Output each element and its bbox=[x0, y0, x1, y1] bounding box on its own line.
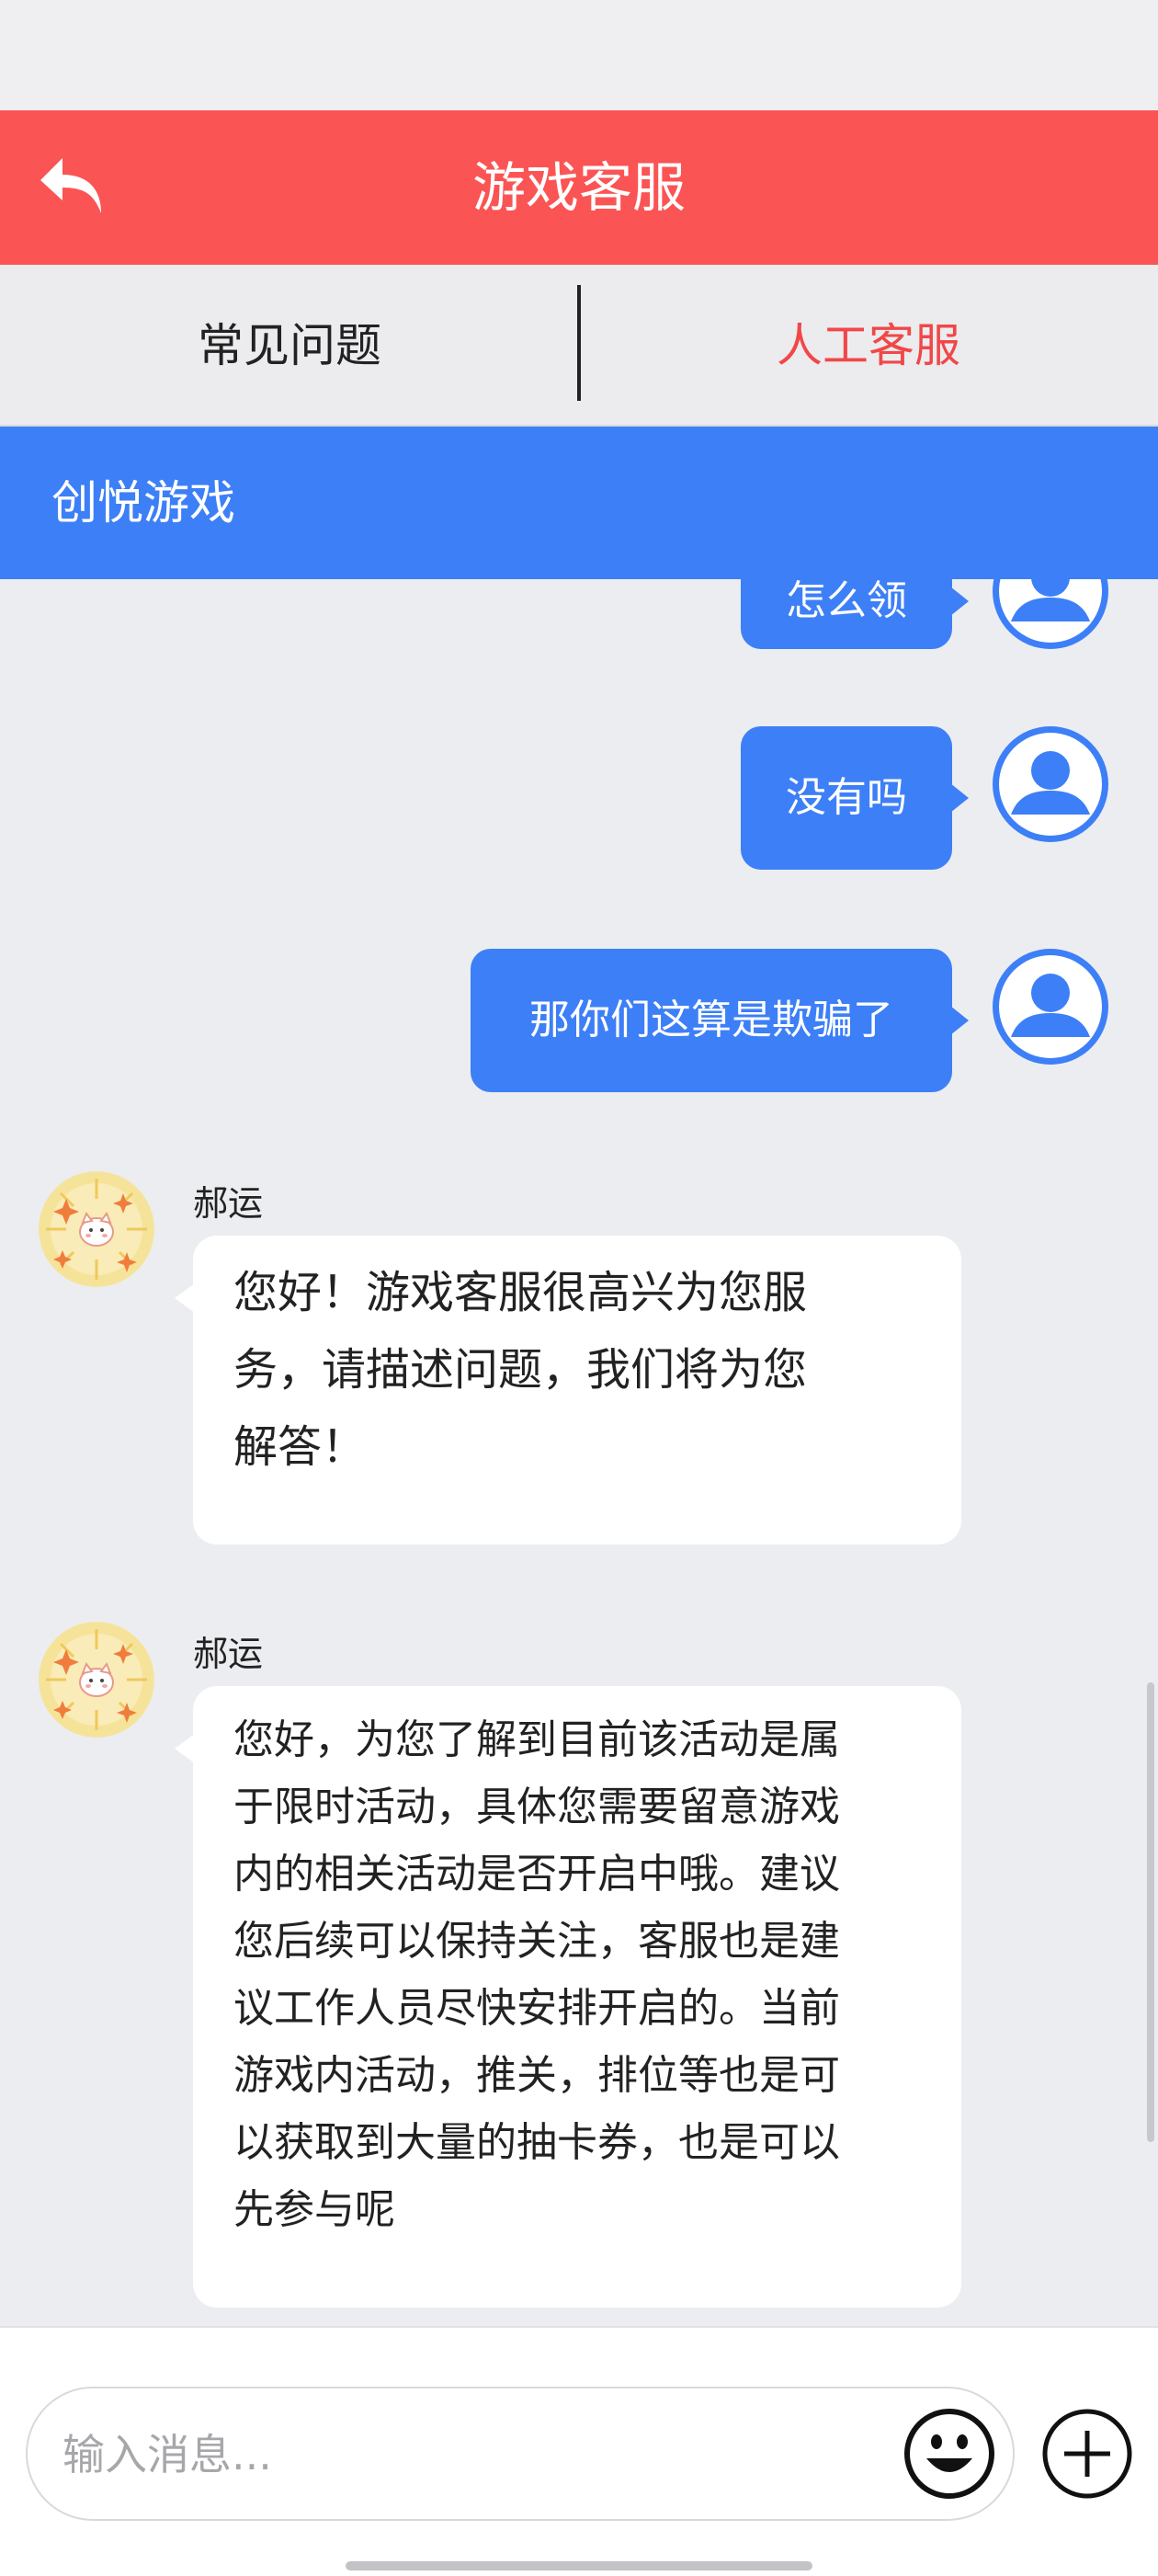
home-indicator bbox=[346, 2561, 812, 2570]
agent-message: 您好，为您了解到目前该活动是属 于限时活动，具体您需要留意游戏 内的相关活动是否… bbox=[175, 1686, 961, 2308]
avatar bbox=[993, 579, 1108, 649]
message-line: 务，请描述问题，我们将为您 bbox=[233, 1344, 808, 1396]
agent-message: 您好！游戏客服很高兴为您服 务，请描述问题，我们将为您 解答！ bbox=[175, 1236, 961, 1544]
message-line: 以获取到大量的抽卡券，也是可以 bbox=[233, 2119, 840, 2166]
group-bar: 创悦游戏 bbox=[0, 427, 1158, 579]
agent-name: 郝运 bbox=[193, 1634, 264, 1674]
add-button[interactable] bbox=[1040, 2407, 1134, 2501]
user-message-text: 没有吗 bbox=[786, 774, 907, 821]
tab-human-service[interactable]: 人工客服 bbox=[579, 265, 1158, 427]
group-title: 创悦游戏 bbox=[51, 476, 235, 530]
message-line: 您好，为您了解到目前该活动是属 bbox=[233, 1716, 840, 1763]
cat-sun-avatar-icon bbox=[39, 1171, 154, 1287]
message-line: 您后续可以保持关注，客服也是建 bbox=[233, 1918, 840, 1965]
status-bar bbox=[0, 0, 1158, 110]
message-input-box[interactable] bbox=[26, 2387, 1015, 2521]
emoji-button[interactable] bbox=[903, 2407, 996, 2501]
avatar bbox=[993, 949, 1108, 1065]
scrollbar[interactable] bbox=[1147, 1682, 1154, 2142]
message-input[interactable] bbox=[61, 2388, 891, 2521]
agent-avatar bbox=[39, 1622, 154, 1738]
user-message-text: 那你们这算是欺骗了 bbox=[529, 997, 893, 1043]
tab-bar: 常见问题 人工客服 bbox=[0, 265, 1158, 427]
agent-avatar bbox=[39, 1171, 154, 1287]
message-line: 内的相关活动是否开启中哦。建议 bbox=[233, 1851, 840, 1898]
message-line: 解答！ bbox=[233, 1421, 367, 1473]
user-avatar-icon bbox=[999, 579, 1102, 643]
user-message: 怎么领 bbox=[741, 579, 969, 649]
message-line: 议工作人员尽快安排开启的。当前 bbox=[233, 1985, 840, 2032]
composer-bar bbox=[0, 2326, 1158, 2576]
user-avatar-icon bbox=[999, 955, 1102, 1058]
plus-icon bbox=[1042, 2409, 1132, 2499]
emoji-icon bbox=[904, 2409, 994, 2499]
user-message: 没有吗 bbox=[741, 726, 969, 870]
page-title: 游戏客服 bbox=[471, 156, 686, 219]
message-line: 您好！游戏客服很高兴为您服 bbox=[233, 1267, 808, 1318]
user-message-text: 怎么领 bbox=[786, 579, 907, 624]
agent-name: 郝运 bbox=[193, 1183, 264, 1224]
message-line: 游戏内活动，推关，排位等也是可 bbox=[233, 2052, 840, 2099]
cat-sun-avatar-icon bbox=[39, 1622, 154, 1738]
tab-faq[interactable]: 常见问题 bbox=[0, 265, 579, 427]
user-avatar-icon bbox=[999, 733, 1102, 836]
message-line: 先参与呢 bbox=[233, 2186, 395, 2233]
message-line: 于限时活动，具体您需要留意游戏 bbox=[233, 1784, 840, 1830]
user-message: 那你们这算是欺骗了 bbox=[471, 949, 969, 1092]
title-bar: 游戏客服 bbox=[0, 110, 1158, 265]
avatar bbox=[993, 726, 1108, 842]
chat-area[interactable]: 怎么领 没有吗 那你们这算是欺骗了 郝运 您好！游戏客服很高兴为您服 务，请描述… bbox=[0, 579, 1158, 2326]
